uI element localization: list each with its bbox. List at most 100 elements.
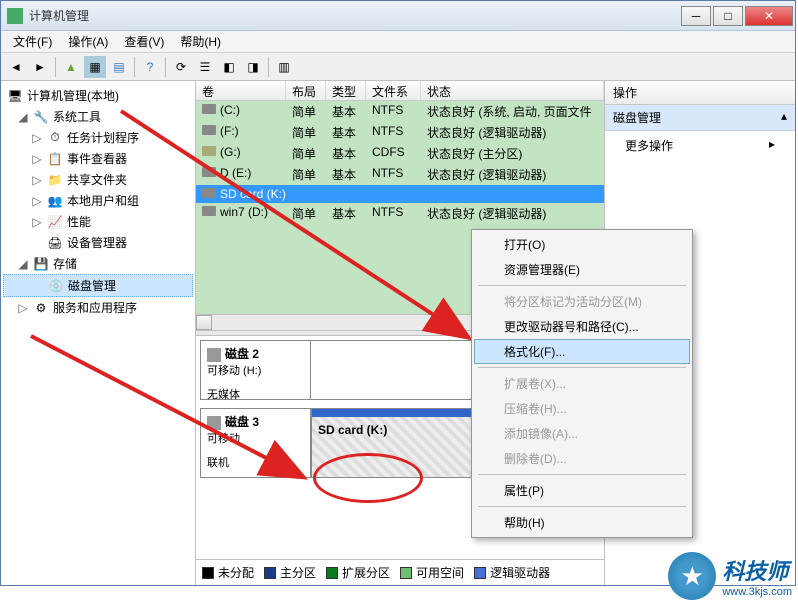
tree-root[interactable]: 🖥 计算机管理(本地)	[3, 85, 193, 106]
ctx-change-letter[interactable]: 更改驱动器号和路径(C)...	[474, 314, 690, 339]
navigation-tree[interactable]: 🖥 计算机管理(本地) ◢ 🔧 系统工具 ▷ ⏱ 任务计划程序 ▷ 📋 事件查看…	[1, 81, 196, 585]
volume-row[interactable]: (G:)简单基本CDFS状态良好 (主分区)	[196, 143, 604, 164]
window-title: 计算机管理	[29, 7, 89, 24]
watermark: ★ 科技师 www.3kjs.com	[668, 552, 792, 600]
scheduler-icon: ⏱	[47, 130, 63, 146]
col-type[interactable]: 类型	[326, 81, 366, 100]
up-button[interactable]: ▲	[60, 56, 82, 78]
volume-row[interactable]: (F:)简单基本NTFS状态良好 (逻辑驱动器)	[196, 122, 604, 143]
device-icon: 🖨	[47, 235, 63, 251]
disk-icon	[207, 348, 221, 362]
tree-local-users[interactable]: ▷ 👥 本地用户和组	[3, 190, 193, 211]
ctx-explorer[interactable]: 资源管理器(E)	[474, 257, 690, 282]
legend-swatch-free	[400, 567, 412, 579]
tool-btn-3[interactable]: ◨	[242, 56, 264, 78]
collapse-icon[interactable]: ◢	[17, 110, 29, 124]
tool-btn-1[interactable]: ☰	[194, 56, 216, 78]
computer-icon: 🖥	[7, 88, 23, 104]
ctx-properties[interactable]: 属性(P)	[474, 478, 690, 503]
col-status[interactable]: 状态	[421, 81, 604, 100]
menubar: 文件(F) 操作(A) 查看(V) 帮助(H)	[1, 31, 795, 53]
legend-swatch-unalloc	[202, 567, 214, 579]
maximize-button[interactable]: □	[713, 6, 743, 26]
users-icon: 👥	[47, 193, 63, 209]
toolbar: ◄ ► ▲ ▦ ▤ ? ⟳ ☰ ◧ ◨ ▥	[1, 53, 795, 81]
watermark-url: www.3kjs.com	[722, 586, 792, 598]
legend: 未分配 主分区 扩展分区 可用空间 逻辑驱动器	[196, 559, 604, 585]
legend-swatch-primary	[264, 567, 276, 579]
expand-icon[interactable]: ▷	[31, 194, 43, 208]
expand-icon[interactable]: ▷	[31, 152, 43, 166]
expand-icon[interactable]: ▷	[31, 131, 43, 145]
services-icon: ⚙	[33, 300, 49, 316]
col-volume[interactable]: 卷	[196, 81, 286, 100]
actions-section-disk-mgmt[interactable]: 磁盘管理 ▴	[605, 105, 795, 131]
cd-icon	[202, 146, 216, 156]
ctx-open[interactable]: 打开(O)	[474, 232, 690, 257]
drive-icon	[202, 125, 216, 135]
tree-storage[interactable]: ◢ 💾 存储	[3, 253, 193, 274]
perf-icon: 📈	[47, 214, 63, 230]
tools-icon: 🔧	[33, 109, 49, 125]
forward-button[interactable]: ►	[29, 56, 51, 78]
tool-btn-4[interactable]: ▥	[273, 56, 295, 78]
tree-services-apps[interactable]: ▷ ⚙ 服务和应用程序	[3, 297, 193, 318]
expand-icon[interactable]: ▷	[31, 173, 43, 187]
actions-more[interactable]: 更多操作 ▸	[605, 131, 795, 160]
collapse-icon[interactable]: ◢	[17, 257, 29, 271]
tree-performance[interactable]: ▷ 📈 性能	[3, 211, 193, 232]
ctx-mirror: 添加镜像(A)...	[474, 421, 690, 446]
actions-header: 操作	[605, 81, 795, 105]
properties-button[interactable]: ▤	[108, 56, 130, 78]
folder-icon: 📁	[47, 172, 63, 188]
watermark-badge-icon: ★	[668, 552, 716, 600]
app-icon	[7, 8, 23, 24]
volume-list-header: 卷 布局 类型 文件系统 状态	[196, 81, 604, 101]
tree-device-manager[interactable]: 🖨 设备管理器	[3, 232, 193, 253]
tool-btn-2[interactable]: ◧	[218, 56, 240, 78]
expand-icon[interactable]: ▷	[31, 215, 43, 229]
minimize-button[interactable]: ─	[681, 6, 711, 26]
ctx-extend: 扩展卷(X)...	[474, 371, 690, 396]
disk-icon: 💿	[48, 278, 64, 294]
context-menu: 打开(O) 资源管理器(E) 将分区标记为活动分区(M) 更改驱动器号和路径(C…	[471, 229, 693, 538]
tree-disk-management[interactable]: 💿 磁盘管理	[3, 274, 193, 297]
storage-icon: 💾	[33, 256, 49, 272]
back-button[interactable]: ◄	[5, 56, 27, 78]
disk-icon	[207, 416, 221, 430]
volume-row[interactable]: (C:)简单基本NTFS状态良好 (系统, 启动, 页面文件	[196, 101, 604, 122]
close-button[interactable]: ✕	[745, 6, 793, 26]
event-icon: 📋	[47, 151, 63, 167]
expand-icon[interactable]: ▷	[17, 301, 29, 315]
volume-row[interactable]: D (E:)简单基本NTFS状态良好 (逻辑驱动器)	[196, 164, 604, 185]
ctx-format[interactable]: 格式化(F)...	[474, 339, 690, 364]
watermark-brand: 科技师	[722, 559, 788, 584]
app-window: 计算机管理 ─ □ ✕ 文件(F) 操作(A) 查看(V) 帮助(H) ◄ ► …	[0, 0, 796, 586]
tree-event-viewer[interactable]: ▷ 📋 事件查看器	[3, 148, 193, 169]
chevron-right-icon: ▸	[769, 137, 775, 151]
drive-icon	[202, 188, 216, 198]
menu-action[interactable]: 操作(A)	[60, 31, 116, 52]
help-button[interactable]: ?	[139, 56, 161, 78]
col-layout[interactable]: 布局	[286, 81, 326, 100]
drive-icon	[202, 206, 216, 216]
ctx-shrink: 压缩卷(H)...	[474, 396, 690, 421]
menu-view[interactable]: 查看(V)	[116, 31, 172, 52]
menu-file[interactable]: 文件(F)	[5, 31, 60, 52]
refresh-button[interactable]: ⟳	[170, 56, 192, 78]
col-fs[interactable]: 文件系统	[366, 81, 421, 100]
legend-swatch-extended	[326, 567, 338, 579]
drive-icon	[202, 167, 216, 177]
scroll-left-button[interactable]	[196, 315, 212, 330]
tree-task-scheduler[interactable]: ▷ ⏱ 任务计划程序	[3, 127, 193, 148]
menu-help[interactable]: 帮助(H)	[172, 31, 229, 52]
ctx-help[interactable]: 帮助(H)	[474, 510, 690, 535]
volume-row-selected[interactable]: SD card (K:)	[196, 185, 604, 203]
drive-icon	[202, 104, 216, 114]
tree-shared-folders[interactable]: ▷ 📁 共享文件夹	[3, 169, 193, 190]
volume-row[interactable]: win7 (D:)简单基本NTFS状态良好 (逻辑驱动器)	[196, 203, 604, 224]
ctx-mark-active: 将分区标记为活动分区(M)	[474, 289, 690, 314]
show-hide-tree-button[interactable]: ▦	[84, 56, 106, 78]
titlebar: 计算机管理 ─ □ ✕	[1, 1, 795, 31]
tree-system-tools[interactable]: ◢ 🔧 系统工具	[3, 106, 193, 127]
